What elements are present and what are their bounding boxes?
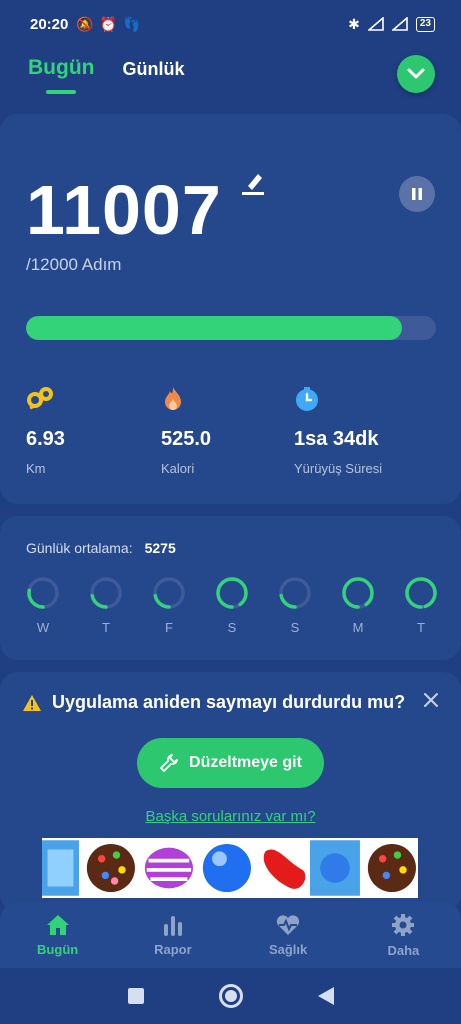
ring-progress bbox=[405, 577, 437, 609]
step-count: 11007 bbox=[26, 171, 222, 249]
nav-more[interactable]: Daha bbox=[363, 913, 443, 958]
stat-duration: 1sa 34dk Yürüyüş Süresi bbox=[294, 386, 382, 476]
candy-wrapper-image bbox=[310, 840, 361, 896]
pause-icon bbox=[412, 188, 422, 200]
chocolate-candy-image bbox=[368, 843, 417, 893]
day-ring[interactable]: W bbox=[26, 576, 60, 635]
distance-value: 6.93 bbox=[26, 428, 65, 450]
nav-health-label: Sağlık bbox=[268, 941, 308, 957]
edit-icon[interactable] bbox=[240, 170, 266, 196]
home-icon bbox=[46, 914, 69, 935]
ring-progress bbox=[342, 577, 374, 609]
jelly-bean-image bbox=[264, 849, 306, 889]
status-time: 20:20 bbox=[30, 15, 69, 33]
tab-today[interactable]: Bugün bbox=[28, 56, 94, 94]
more-questions-link[interactable]: Başka sorularınız var mı? bbox=[0, 808, 461, 825]
tab-daily[interactable]: Günlük bbox=[122, 59, 184, 80]
day-ring[interactable]: F bbox=[152, 576, 186, 635]
signal-icon bbox=[391, 17, 408, 31]
prompt-title: Uygulama aniden saymayı durdurdu mu? bbox=[22, 692, 405, 713]
ring-progress bbox=[216, 577, 248, 609]
day-label: W bbox=[36, 620, 50, 635]
day-ring[interactable]: S bbox=[215, 576, 249, 635]
day-ring[interactable]: T bbox=[89, 576, 123, 635]
progress-ring bbox=[216, 577, 248, 609]
day-ring[interactable]: M bbox=[341, 576, 375, 635]
candy-wrapper-image bbox=[42, 840, 79, 896]
pause-button[interactable] bbox=[399, 176, 435, 212]
nav-report[interactable]: Rapor bbox=[133, 914, 213, 957]
nav-health[interactable]: Sağlık bbox=[248, 914, 328, 957]
gear-icon bbox=[392, 913, 415, 936]
daily-average-label: Günlük ortalama: bbox=[26, 540, 133, 556]
stopwatch-icon bbox=[296, 387, 318, 411]
nav-today[interactable]: Bugün bbox=[18, 914, 98, 957]
calories-label: Kalori bbox=[161, 461, 195, 476]
stat-distance: 6.93 Km bbox=[26, 386, 65, 476]
day-label: S bbox=[290, 620, 300, 635]
bluetooth-icon: ✱ bbox=[348, 15, 360, 32]
heart-pulse-icon bbox=[277, 914, 300, 935]
signal-icon bbox=[367, 17, 384, 31]
progress-ring bbox=[405, 577, 437, 609]
step-goal: /12000 Adım bbox=[26, 255, 122, 274]
mute-bell-icon: 🔕 bbox=[76, 15, 94, 32]
distance-label: Km bbox=[26, 461, 46, 476]
fix-button-label: Düzeltmeye git bbox=[189, 754, 302, 771]
nav-today-label: Bugün bbox=[37, 941, 79, 957]
ad-banner[interactable] bbox=[42, 838, 418, 898]
day-label: T bbox=[417, 620, 425, 635]
warning-icon bbox=[23, 694, 41, 711]
bar-chart-icon bbox=[163, 915, 182, 936]
day-ring[interactable]: T bbox=[404, 576, 438, 635]
day-label: F bbox=[165, 620, 173, 635]
day-label: S bbox=[227, 620, 237, 635]
battery-level: 23 bbox=[419, 18, 431, 29]
bottom-navigation: Bugün Rapor Sağlık Daha bbox=[0, 902, 461, 968]
close-icon[interactable] bbox=[423, 692, 439, 708]
footsteps-icon: 👣 bbox=[123, 15, 141, 32]
status-bar: 20:20 🔕 ⏰ 👣 ✱ 23 bbox=[0, 0, 461, 48]
system-navigation bbox=[0, 968, 461, 1024]
progress-ring bbox=[27, 577, 59, 609]
progress-ring bbox=[153, 577, 185, 609]
day-ring[interactable]: S bbox=[278, 576, 312, 635]
alarm-icon: ⏰ bbox=[99, 15, 118, 32]
progress-ring bbox=[279, 577, 311, 609]
daily-average-row: Günlük ortalama: 5275 bbox=[26, 540, 176, 556]
recent-apps-icon[interactable] bbox=[127, 987, 145, 1005]
fix-button[interactable]: Düzeltmeye git bbox=[137, 738, 324, 788]
blue-candy-image bbox=[202, 843, 251, 893]
duration-label: Yürüyüş Süresi bbox=[294, 461, 383, 476]
step-progress-bar bbox=[26, 316, 436, 340]
chocolate-candy-image bbox=[86, 843, 135, 893]
day-label: M bbox=[352, 620, 364, 635]
day-label: T bbox=[102, 620, 110, 635]
battery-icon: 23 bbox=[415, 16, 435, 32]
back-icon[interactable] bbox=[317, 986, 335, 1006]
striped-candy-image bbox=[144, 847, 193, 889]
step-progress-fill bbox=[26, 316, 402, 340]
wrench-icon bbox=[160, 754, 178, 772]
steps-card: 11007 /12000 Adım 6.93 Km 525.0 Kalori 1… bbox=[0, 114, 461, 504]
duration-value: 1sa 34dk bbox=[294, 428, 379, 450]
prompt-title-text: Uygulama aniden saymayı durdurdu mu? bbox=[52, 692, 406, 712]
nav-report-label: Rapor bbox=[154, 941, 192, 957]
daily-average-value: 5275 bbox=[144, 540, 176, 556]
calories-value: 525.0 bbox=[161, 428, 212, 450]
header-tabs: Bugün Günlük bbox=[28, 56, 184, 94]
distance-icon bbox=[27, 387, 53, 410]
nav-more-label: Daha bbox=[387, 942, 420, 958]
progress-ring bbox=[342, 577, 374, 609]
home-button-icon[interactable] bbox=[218, 983, 244, 1009]
weekday-rings: W T F S S M T bbox=[26, 576, 438, 635]
expand-button[interactable] bbox=[397, 55, 435, 93]
progress-ring bbox=[90, 577, 122, 609]
flame-icon bbox=[165, 387, 181, 410]
daily-average-card: Günlük ortalama: 5275 W T F S S M T bbox=[0, 516, 461, 660]
chevron-down-icon bbox=[407, 68, 425, 79]
stat-calories: 525.0 Kalori bbox=[161, 386, 211, 476]
